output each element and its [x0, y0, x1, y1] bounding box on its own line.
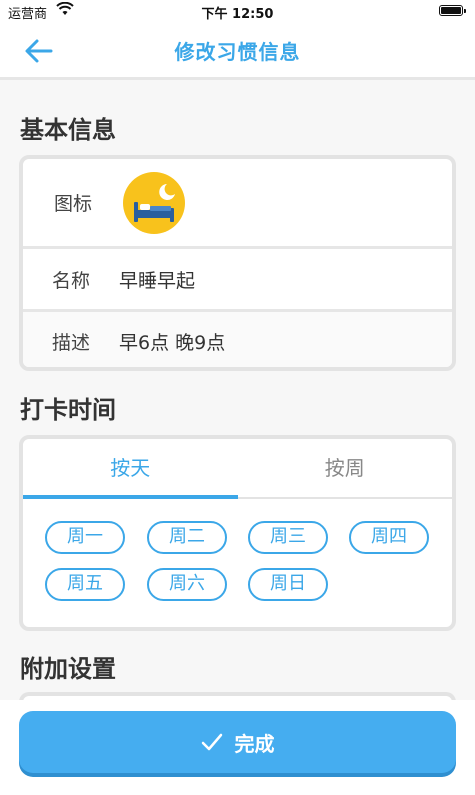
- tab-by-week[interactable]: 按周: [238, 439, 453, 499]
- day-chip-monday[interactable]: 周一: [45, 521, 125, 554]
- desc-label: 描述: [51, 332, 90, 354]
- nav-bar: 修改习惯信息: [0, 22, 475, 80]
- status-bar: 运营商 下午 12:50: [0, 0, 475, 22]
- name-row[interactable]: 名称 早睡早起: [23, 249, 452, 309]
- name-value[interactable]: 早睡早起: [119, 266, 195, 293]
- checkin-time-card: 按天 按周 周一 周二 周三 周四 周五 周六 周日: [19, 435, 456, 631]
- day-chip-tuesday[interactable]: 周二: [147, 521, 227, 554]
- icon-label: 图标: [53, 193, 92, 215]
- extra-settings-title: 附加设置: [20, 655, 116, 683]
- day-chip-friday[interactable]: 周五: [45, 568, 125, 601]
- done-button-label: 完成: [234, 731, 275, 756]
- done-button[interactable]: 完成: [19, 711, 456, 773]
- basic-info-title: 基本信息: [20, 116, 116, 144]
- day-chip-sunday[interactable]: 周日: [248, 568, 328, 601]
- frequency-tabs: 按天 按周: [23, 439, 452, 499]
- day-chip-saturday[interactable]: 周六: [147, 568, 227, 601]
- day-chip-thursday[interactable]: 周四: [349, 521, 429, 554]
- desc-row[interactable]: 描述 早6点 晚9点: [23, 312, 452, 367]
- desc-value[interactable]: 早6点 晚9点: [119, 328, 225, 355]
- checkin-time-title: 打卡时间: [20, 396, 116, 424]
- basic-info-card: 图标 名称 早睡早起 描述 早6点 晚9点: [19, 155, 456, 371]
- name-label: 名称: [51, 269, 90, 292]
- clock: 下午 12:50: [201, 7, 274, 22]
- bed-moon-icon[interactable]: [123, 171, 185, 234]
- checkmark-icon: [201, 732, 223, 752]
- active-tab-indicator: [23, 495, 238, 499]
- page-title: 修改习惯信息: [174, 40, 301, 64]
- tab-by-day[interactable]: 按天: [23, 439, 238, 499]
- icon-row[interactable]: 图标: [23, 159, 452, 246]
- battery-icon: [439, 5, 466, 16]
- day-chip-wednesday[interactable]: 周三: [248, 521, 328, 554]
